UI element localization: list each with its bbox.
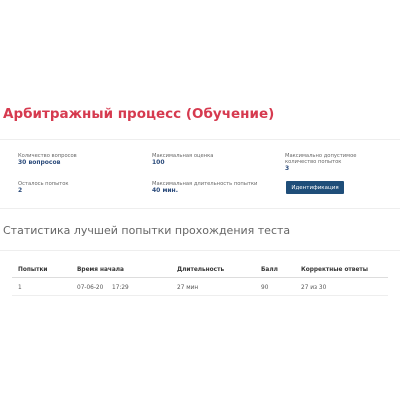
questions-value: 30 вопросов [18,159,61,166]
max-duration-value: 40 мин. [152,187,178,194]
max-score-value: 100 [152,159,165,166]
table-header-divider [12,277,388,278]
page-title: Арбитражный процесс (Обучение) [3,106,275,122]
col-header-correct-answers: Корректные ответы [301,267,368,273]
col-header-duration: Длительность [177,267,225,273]
info-divider [0,208,400,209]
stats-title: Статистика лучшей попытки прохождения те… [3,224,291,237]
max-attempts-value: 3 [285,165,290,172]
cell-start-date: 07-06-20 [77,285,104,291]
stats-divider [0,250,400,251]
cell-score: 90 [261,285,269,291]
col-header-score: Балл [261,267,278,273]
cell-duration: 27 мин [177,285,199,291]
cell-correct-answers: 27 из 30 [301,285,327,291]
table-row-divider [12,295,388,296]
cell-start-time: 17:29 [112,285,129,291]
cell-attempt: 1 [18,285,22,291]
header-divider [0,139,400,140]
col-header-start-time: Время начала [77,267,124,273]
attempts-left-label: Осталось попыток [18,181,69,187]
max-duration-block: Максимальная длительность попытки 40 мин… [152,181,257,194]
identification-button[interactable]: Идентификация [286,181,344,194]
attempts-left-value: 2 [18,187,23,194]
max-attempts-label: Максимально допустимое количество попыто… [285,153,357,165]
max-score-block: Максимальная оценка 100 [152,153,213,166]
attempts-left-block: Осталось попыток 2 [18,181,69,194]
questions-block: Количество вопросов 30 вопросов [18,153,77,166]
col-header-attempts: Попытки [18,267,48,273]
max-attempts-block: Максимально допустимое количество попыто… [285,153,385,172]
